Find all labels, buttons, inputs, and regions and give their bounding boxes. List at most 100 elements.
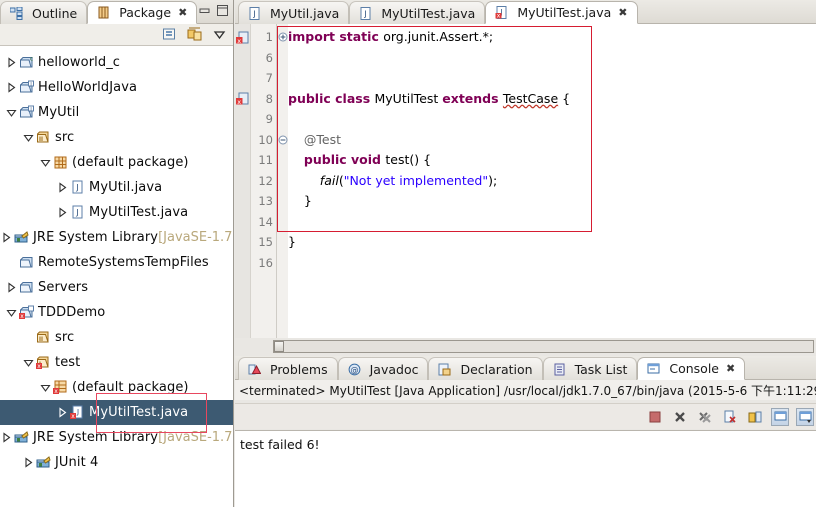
twisty-collapsed-icon[interactable]	[56, 207, 69, 218]
code-line[interactable]	[288, 212, 816, 233]
tree-item[interactable]: x TDDDemo	[0, 300, 233, 325]
twisty-collapsed-icon[interactable]	[5, 57, 18, 68]
fold-empty	[277, 48, 288, 69]
editor-hscroll-thumb[interactable]	[274, 340, 284, 352]
folder-project-icon	[18, 255, 35, 271]
editor-source-text[interactable]: import static org.junit.Assert.*; public…	[288, 24, 816, 344]
console-output[interactable]: test failed 6!	[235, 430, 816, 507]
tab-myutiltest-java-2[interactable]: J x MyUtilTest.java ✖	[485, 1, 638, 24]
display-selected-console-icon[interactable]	[796, 407, 814, 426]
code-line[interactable]	[288, 68, 816, 89]
close-icon[interactable]: ✖	[178, 6, 187, 19]
line-number: 15	[258, 235, 273, 249]
twisty-collapsed-icon[interactable]	[0, 432, 13, 443]
tab-myutil-java[interactable]: J MyUtil.java	[238, 1, 350, 24]
code-line[interactable]: @Test	[288, 130, 816, 151]
close-icon[interactable]: ✖	[618, 6, 627, 19]
tree-item[interactable]: Jx MyUtilTest.java	[0, 400, 233, 425]
terminate-icon[interactable]	[646, 408, 664, 426]
twisty-expanded-icon[interactable]	[39, 157, 52, 168]
error-marker[interactable]: x	[235, 27, 250, 48]
tab-myutiltest-java-1[interactable]: J MyUtilTest.java	[349, 1, 486, 24]
tree-item[interactable]: J MyUtil	[0, 100, 233, 125]
code-token: org.junit.Assert.*;	[383, 29, 494, 44]
svg-text:x: x	[37, 363, 41, 370]
tab-package-explorer[interactable]: Package ✖	[87, 1, 198, 24]
twisty-expanded-icon[interactable]	[22, 357, 35, 368]
tree-item-label: MyUtil.java	[89, 180, 163, 195]
tab-console[interactable]: Console ✖	[637, 357, 746, 380]
svg-text:J: J	[75, 208, 78, 217]
clear-console-icon[interactable]	[721, 408, 739, 426]
remove-all-terminated-icon[interactable]	[696, 408, 714, 426]
fold-expand-icon[interactable]	[277, 27, 288, 48]
twisty-collapsed-icon[interactable]	[0, 232, 13, 243]
tree-item[interactable]: c helloworld_c	[0, 50, 233, 75]
code-token: test() {	[385, 152, 432, 167]
package-explorer-icon	[95, 5, 112, 21]
view-menu-icon[interactable]	[211, 27, 227, 43]
tree-item[interactable]: J MyUtil.java	[0, 175, 233, 200]
tree-item[interactable]: J HelloWorldJava	[0, 75, 233, 100]
tab-declaration[interactable]: Declaration	[428, 357, 543, 380]
editor-line-numbers: 1 6 7 8 9 10 11 12 13 14 15 16	[251, 24, 277, 344]
code-line[interactable]: public void test() {	[288, 150, 816, 171]
tree-item[interactable]: src	[0, 325, 233, 350]
tab-javadoc[interactable]: @ Javadoc	[337, 357, 429, 380]
twisty-expanded-icon[interactable]	[5, 307, 18, 318]
code-line[interactable]: import static org.junit.Assert.*;	[288, 27, 816, 48]
fold-empty	[277, 253, 288, 274]
tree-item[interactable]: JRE System Library [JavaSE-1.7]	[0, 225, 233, 250]
fold-collapse-icon[interactable]	[277, 130, 288, 151]
error-marker[interactable]: x	[235, 89, 250, 110]
tree-item[interactable]: x (default package)	[0, 375, 233, 400]
twisty-expanded-icon[interactable]	[5, 107, 18, 118]
code-line[interactable]: }	[288, 232, 816, 253]
tab-label: MyUtilTest.java	[517, 5, 612, 20]
twisty-collapsed-icon[interactable]	[22, 457, 35, 468]
editor-marker-gutter[interactable]: xx	[235, 24, 251, 344]
code-line[interactable]: fail("Not yet implemented");	[288, 171, 816, 192]
tree-item[interactable]: JRE System Library [JavaSE-1.7]	[0, 425, 233, 450]
twisty-expanded-icon[interactable]	[22, 132, 35, 143]
twisty-collapsed-icon[interactable]	[56, 182, 69, 193]
code-line[interactable]: }	[288, 191, 816, 212]
code-token: public void	[303, 152, 386, 167]
code-line[interactable]	[288, 48, 816, 69]
twisty-collapsed-icon[interactable]	[5, 82, 18, 93]
maximize-icon[interactable]	[216, 4, 229, 17]
tab-outline[interactable]: Outline	[0, 1, 88, 24]
tree-item[interactable]: x test	[0, 350, 233, 375]
twisty-collapsed-icon[interactable]	[5, 282, 18, 293]
source-folder-icon	[35, 130, 52, 146]
java-file-icon: J	[69, 180, 86, 196]
pin-console-icon[interactable]	[771, 407, 789, 426]
tree-item[interactable]: JUnit 4	[0, 450, 233, 475]
tree-item[interactable]: RemoteSystemsTempFiles	[0, 250, 233, 275]
code-line[interactable]	[288, 109, 816, 130]
tree-item[interactable]: Servers	[0, 275, 233, 300]
tree-item[interactable]: (default package)	[0, 150, 233, 175]
link-with-editor-icon[interactable]	[186, 27, 202, 43]
remove-launch-icon[interactable]	[671, 408, 689, 426]
tab-problems[interactable]: Problems	[238, 357, 338, 380]
minimize-icon[interactable]	[198, 4, 211, 17]
svg-text:c: c	[30, 57, 33, 63]
tree-item[interactable]: J MyUtilTest.java	[0, 200, 233, 225]
editor-hscrollbar[interactable]	[235, 338, 816, 354]
close-icon[interactable]: ✖	[726, 362, 735, 375]
code-editor[interactable]: xx 1 6 7 8 9 10 11 12 13 14 15 16 import static org…	[235, 24, 816, 344]
tree-item[interactable]: src	[0, 125, 233, 150]
editor-hscroll-track[interactable]	[273, 339, 814, 353]
view-window-buttons	[198, 4, 229, 17]
collapse-all-icon[interactable]	[161, 27, 177, 43]
code-line[interactable]	[288, 253, 816, 274]
twisty-expanded-icon[interactable]	[39, 382, 52, 393]
tab-task-list[interactable]: Task List	[542, 357, 638, 380]
scroll-lock-icon[interactable]	[746, 408, 764, 426]
project-tree[interactable]: c helloworld_c J HelloWorldJava J MyUtil src (d…	[0, 47, 233, 507]
twisty-collapsed-icon[interactable]	[56, 407, 69, 418]
svg-text:J: J	[252, 9, 255, 18]
code-line[interactable]: public class MyUtilTest extends TestCase…	[288, 89, 816, 110]
editor-folding-gutter[interactable]	[277, 24, 288, 344]
